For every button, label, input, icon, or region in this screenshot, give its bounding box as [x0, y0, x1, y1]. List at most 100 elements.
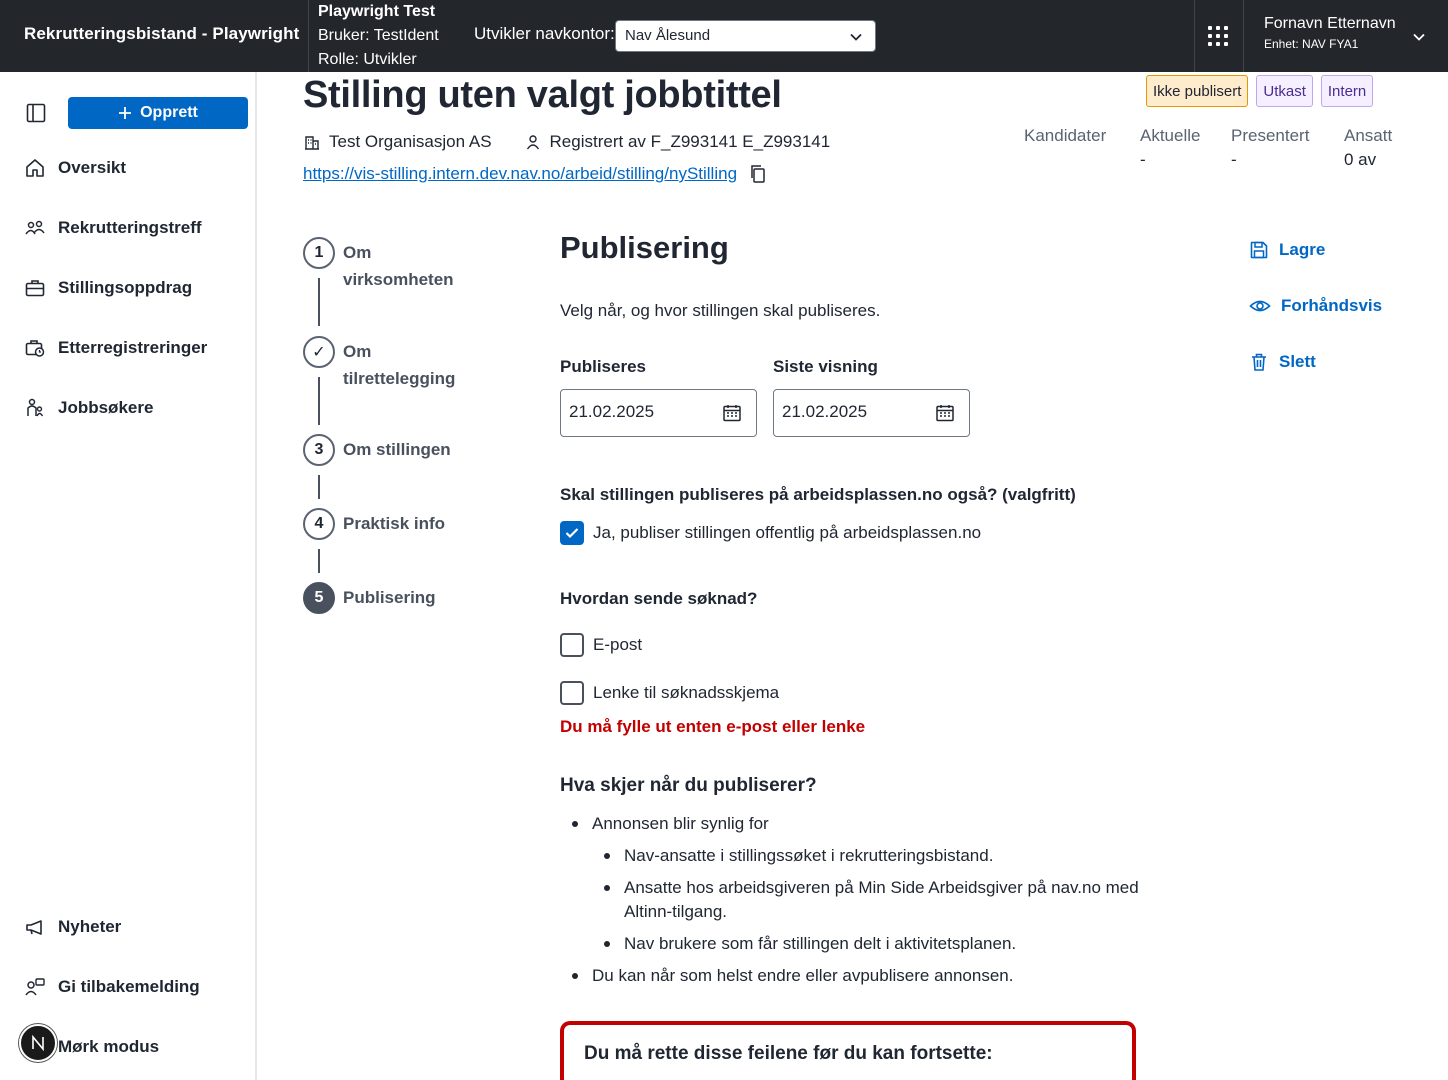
stat-aktuelle: Aktuelle - — [1140, 126, 1200, 170]
stat-label: Kandidater — [1024, 126, 1107, 145]
apply-question: Hvordan sende søknad? — [560, 589, 758, 608]
app-title[interactable]: Rekrutteringsbistand - Playwright — [24, 24, 299, 44]
delete-label: Slett — [1279, 352, 1316, 371]
stat-ansatt: Ansatt 0 av — [1344, 126, 1392, 170]
plus-icon — [119, 107, 132, 119]
building-icon — [305, 136, 319, 150]
status-tags: Ikke publisert Utkast Intern — [1146, 75, 1374, 107]
step-number: 1 — [303, 237, 335, 269]
status-badge: Utkast — [1256, 75, 1313, 107]
trash-icon — [1252, 353, 1266, 371]
sidebar-item-oversikt[interactable]: Oversikt — [24, 157, 126, 179]
stepper-connector — [318, 475, 320, 499]
main-content: Stilling uten valgt jobbtittel Ikke publ… — [259, 72, 1448, 1080]
section-intro: Velg når, og hvor stillingen skal publis… — [560, 301, 881, 320]
link-checkbox[interactable]: Lenke til søknadsskjema — [560, 681, 779, 705]
sidebar-item-label: Gi tilbakemelding — [58, 977, 200, 996]
checkbox-label: E-post — [593, 635, 643, 654]
house-icon — [26, 159, 44, 177]
last-date-value: 21.02.2025 — [782, 402, 868, 421]
stepper-step-3[interactable]: 3 Om stillingen — [303, 434, 483, 466]
step-number: 3 — [303, 434, 335, 466]
save-button[interactable]: Lagre — [1249, 240, 1325, 260]
user-unit: Enhet: NAV FYA1 — [1264, 37, 1359, 51]
delete-button[interactable]: Slett — [1249, 352, 1316, 372]
checkbox-checked[interactable] — [560, 521, 584, 545]
sidebar-item-nyheter[interactable]: Nyheter — [24, 916, 121, 938]
organisation-name: Test Organisasjon AS — [329, 132, 492, 151]
public-question: Skal stillingen publiseres på arbeidspla… — [560, 485, 1076, 504]
preview-button[interactable]: Forhåndsvis — [1249, 296, 1382, 316]
step-label: Publisering — [343, 588, 436, 607]
stepper-step-4[interactable]: 4 Praktisk info — [303, 508, 483, 540]
kontor-select[interactable]: Nav Ålesund — [615, 20, 876, 52]
sidebar-item-label: Jobbsøkere — [58, 398, 154, 417]
person-icon — [526, 135, 539, 150]
list-item: Ansatte hos arbeidsgiveren på Min Side A… — [604, 876, 1144, 924]
registered-by: Registrert av F_Z993141 E_Z993141 — [549, 132, 831, 151]
sidebar-item-label: Oversikt — [58, 158, 127, 177]
floppy-disk-icon — [1250, 241, 1268, 259]
step-label: Praktisk info — [343, 514, 446, 533]
copy-icon[interactable] — [749, 164, 767, 184]
sidebar-item-etterregistreringer[interactable]: Etterregistreringer — [24, 337, 207, 359]
create-label: Opprett — [140, 104, 198, 121]
status-badge: Intern — [1320, 75, 1374, 107]
sidebar: Opprett Oversikt Rekrutteringstreff Stil… — [0, 72, 257, 1080]
stepper-step-5[interactable]: 5 Publisering — [303, 582, 483, 614]
sidebar-item-jobbsokere[interactable]: Jobbsøkere — [24, 397, 153, 419]
stat-value: - — [1140, 150, 1146, 169]
stat-label: Aktuelle — [1140, 126, 1201, 145]
email-checkbox[interactable]: E-post — [560, 633, 642, 657]
person-group-icon — [27, 398, 44, 417]
step-label: Om virksomheten — [343, 243, 454, 289]
chevron-down-icon[interactable] — [1412, 30, 1426, 44]
sidebar-item-rekrutteringstreff[interactable]: Rekrutteringstreff — [24, 217, 202, 239]
stat-value: 0 av — [1344, 150, 1377, 169]
stepper-step-1[interactable]: 1 Om virksomheten — [303, 237, 483, 293]
briefcase-icon — [25, 280, 45, 297]
create-button[interactable]: Opprett — [68, 97, 248, 129]
checkbox-unchecked[interactable] — [560, 633, 584, 657]
stepper-connector — [318, 549, 320, 573]
meta-row: Test Organisasjon AS Registrert av F_Z99… — [303, 132, 830, 152]
publish-date-value: 21.02.2025 — [569, 402, 655, 421]
sidebar-item-label: Stillingsoppdrag — [58, 278, 193, 297]
kontor-value: Nav Ålesund — [625, 27, 711, 44]
stat-presentert: Presentert - — [1231, 126, 1309, 170]
job-link[interactable]: https://vis-stilling.intern.dev.nav.no/a… — [303, 164, 737, 184]
dev-info: Playwright Test Bruker: TestIdent Rolle:… — [318, 0, 439, 72]
stepper-step-2[interactable]: ✓ Om tilrettelegging — [303, 336, 483, 392]
step-label: Om stillingen — [343, 440, 451, 459]
sidebar-item-label: Mørk modus — [58, 1037, 160, 1056]
calendar-icon[interactable] — [722, 403, 742, 423]
checkmark-icon — [565, 528, 579, 539]
page-title: Stilling uten valgt jobbtittel — [303, 74, 782, 116]
n-logo-icon — [32, 1034, 44, 1052]
sidebar-item-tilbakemelding[interactable]: Gi tilbakemelding — [24, 976, 200, 998]
stat-kandidater: Kandidater — [1024, 126, 1106, 150]
eye-icon — [1249, 300, 1271, 312]
sidebar-item-label: Rekrutteringstreff — [58, 218, 202, 237]
info-title: Hva skjer når du publiserer? — [560, 775, 817, 796]
publish-date-label: Publiseres — [560, 357, 646, 376]
public-checkbox[interactable]: Ja, publiser stillingen offentlig på arb… — [560, 521, 981, 545]
last-date-label: Siste visning — [773, 357, 878, 376]
user-menu[interactable]: Fornavn Etternavn Enhet: NAV FYA1 — [1264, 15, 1396, 51]
dev-tools-button[interactable] — [19, 1024, 57, 1062]
checkbox-unchecked[interactable] — [560, 681, 584, 705]
calendar-icon[interactable] — [935, 403, 955, 423]
checkbox-label: Ja, publiser stillingen offentlig på arb… — [593, 523, 982, 542]
publish-date-input[interactable]: 21.02.2025 — [560, 389, 757, 437]
top-bar: Rekrutteringsbistand - Playwright Playwr… — [0, 0, 1448, 72]
list-item: Nav-ansatte i stillingssøket i rekrutter… — [603, 844, 993, 868]
sidebar-item-stillingsoppdrag[interactable]: Stillingsoppdrag — [24, 277, 192, 299]
sidebar-item-label: Nyheter — [58, 917, 122, 936]
sidebar-toggle-icon[interactable] — [26, 103, 46, 123]
apply-error-message: Du må fylle ut enten e-post eller lenke — [560, 717, 866, 736]
user-name: Fornavn Etternavn — [1264, 15, 1396, 32]
last-date-input[interactable]: 21.02.2025 — [773, 389, 970, 437]
apps-grid-icon[interactable] — [1200, 18, 1236, 54]
briefcase-clock-icon — [25, 340, 45, 357]
megaphone-icon — [26, 920, 42, 935]
